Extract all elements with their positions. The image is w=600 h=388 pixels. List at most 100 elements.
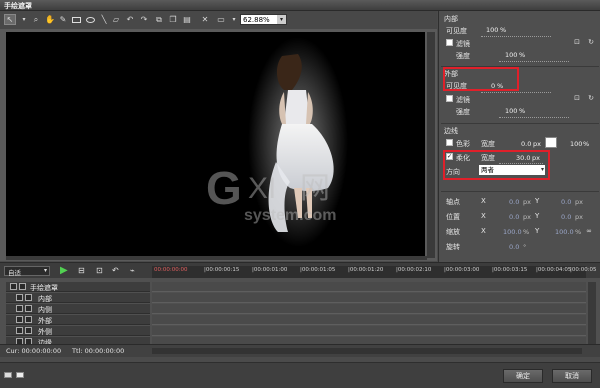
layout-icon[interactable] <box>16 372 24 378</box>
edge-color-checkbox[interactable] <box>446 139 453 146</box>
zoom-select[interactable]: 62.88% ▾ <box>240 14 287 25</box>
ok-button[interactable]: 确定 <box>503 369 543 383</box>
reset-icon[interactable]: ↻ <box>587 38 595 46</box>
scale-x-label: X <box>481 227 486 235</box>
timeline-mode-select[interactable]: 自适 ▾ <box>4 266 50 277</box>
ruler-tick: |00:00:00:15 <box>204 267 240 273</box>
track-lane[interactable] <box>152 282 586 292</box>
zoom-tool-icon[interactable]: ⌕ <box>30 14 42 25</box>
ellipse-tool-icon[interactable] <box>84 14 96 25</box>
track-row[interactable]: 手绘遮罩 <box>6 282 150 292</box>
properties-panel: 内部 可见度 100 % 滤镜 ⊡ ↻ 强度 100 % 外部 可见度 0 % … <box>438 11 600 266</box>
anchor-x-value[interactable]: 0.0 <box>509 198 519 206</box>
delete-icon[interactable]: ✕ <box>199 14 211 25</box>
visibility-icon[interactable] <box>25 305 32 312</box>
track-lane[interactable] <box>152 326 586 336</box>
track-lane[interactable] <box>152 293 586 303</box>
track-row[interactable]: 内侧 <box>6 304 150 314</box>
anchor-x-label: X <box>481 197 486 205</box>
watermark: G XI 网 system.com <box>204 158 364 228</box>
vertical-scrollbar[interactable] <box>427 32 435 258</box>
visibility-icon[interactable] <box>25 294 32 301</box>
inner-visibility-value[interactable]: 100 <box>486 26 498 34</box>
track-lane[interactable] <box>152 304 586 314</box>
position-x-label: X <box>481 212 486 220</box>
outer-strength-unit: % <box>519 107 526 115</box>
eraser-tool-icon[interactable]: ▱ <box>110 14 122 25</box>
outer-strength-slider[interactable] <box>499 117 569 118</box>
track-row[interactable]: 外部 <box>6 315 150 325</box>
edge-width-unit: px <box>533 140 541 148</box>
zoom-value: 62.88% <box>243 16 270 24</box>
inner-visibility-slider[interactable] <box>481 36 551 37</box>
link-icon[interactable]: ∞ <box>585 227 593 235</box>
expand-icon[interactable] <box>10 283 17 290</box>
undo-icon[interactable]: ↶ <box>124 14 136 25</box>
play-icon[interactable]: ▶ <box>60 265 68 276</box>
edge-color-swatch[interactable] <box>545 137 557 148</box>
outer-visibility-slider[interactable] <box>481 92 551 93</box>
add-keyframe-icon[interactable]: ⊟ <box>78 266 85 275</box>
expand-icon[interactable] <box>16 327 23 334</box>
track-lane[interactable] <box>152 315 586 325</box>
edge-opacity-unit: % <box>583 140 590 148</box>
edge-opacity-value[interactable]: 100 <box>570 140 582 148</box>
total-time: Ttl: 00:00:00:00 <box>72 347 125 355</box>
graph-icon[interactable]: ⌁ <box>130 266 135 275</box>
cut-icon[interactable]: ⧉ <box>153 14 165 25</box>
select-tool-icon[interactable]: ↖ <box>4 14 16 25</box>
expand-icon[interactable] <box>16 294 23 301</box>
scale-y-value[interactable]: 100.0 <box>555 228 574 236</box>
chevron-down-icon: ▾ <box>43 267 47 274</box>
position-y-value[interactable]: 0.0 <box>561 213 571 221</box>
fit-dropdown-icon[interactable]: ▾ <box>228 14 240 25</box>
paste-icon[interactable]: ▤ <box>181 14 193 25</box>
remove-keyframe-icon[interactable]: ⊡ <box>96 266 103 275</box>
track-row[interactable]: 内部 <box>6 293 150 303</box>
undo-icon[interactable]: ↶ <box>112 266 119 275</box>
horizontal-scrollbar[interactable] <box>6 256 427 260</box>
pen-tool-icon[interactable]: ✎ <box>57 14 69 25</box>
track-scrollbar[interactable] <box>588 282 596 346</box>
rectangle-tool-icon[interactable] <box>70 14 82 25</box>
tool-dropdown-icon[interactable]: ▾ <box>18 14 30 25</box>
brush-tool-icon[interactable]: ╲ <box>98 14 110 25</box>
hand-tool-icon[interactable]: ✋ <box>44 14 56 25</box>
rotate-value[interactable]: 0.0 <box>509 243 519 251</box>
inner-strength-value[interactable]: 100 <box>505 51 517 59</box>
ruler-tick: |00:00:01:05 <box>300 267 336 273</box>
view-mode-icon[interactable] <box>4 372 12 378</box>
scale-y-label: Y <box>535 227 540 235</box>
ruler-tick: |00:00:01:00 <box>252 267 288 273</box>
toolbar: ↖ ▾ ⌕ ✋ ✎ ╲ ▱ ↶ ↷ ⧉ ❐ ▤ ✕ ▭ ▾ 62.88% ▾ <box>0 11 437 29</box>
anchor-y-unit: px <box>575 198 583 206</box>
timeline-ruler[interactable]: 00:00:00:00 |00:00:00:15 |00:00:01:00 |0… <box>152 266 597 278</box>
inner-strength-slider[interactable] <box>499 61 569 62</box>
reset-icon[interactable]: ↻ <box>587 94 595 102</box>
redo-icon[interactable]: ↷ <box>138 14 150 25</box>
outer-strength-value[interactable]: 100 <box>505 107 517 115</box>
position-x-unit: px <box>523 213 531 221</box>
track-row[interactable]: 外侧 <box>6 326 150 336</box>
preview-canvas[interactable]: G XI 网 system.com <box>6 32 425 256</box>
lock-icon[interactable]: ⊡ <box>573 38 581 46</box>
edge-width-value[interactable]: 0.0 <box>521 140 531 148</box>
scale-x-value[interactable]: 100.0 <box>503 228 522 236</box>
lock-icon[interactable]: ⊡ <box>573 94 581 102</box>
visibility-icon[interactable] <box>25 316 32 323</box>
position-y-unit: px <box>575 213 583 221</box>
scale-y-unit: % <box>575 228 582 236</box>
track-list: 手绘遮罩 内部 内侧 外部 外侧 边缘 <box>0 278 600 348</box>
position-x-value[interactable]: 0.0 <box>509 213 519 221</box>
visibility-icon[interactable] <box>25 327 32 334</box>
copy-icon[interactable]: ❐ <box>167 14 179 25</box>
inner-filter-checkbox[interactable] <box>446 39 453 46</box>
timeline-scrollbar[interactable] <box>152 348 582 354</box>
outer-filter-checkbox[interactable] <box>446 95 453 102</box>
expand-icon[interactable] <box>16 316 23 323</box>
fit-window-icon[interactable]: ▭ <box>215 14 227 25</box>
expand-icon[interactable] <box>16 305 23 312</box>
cancel-button[interactable]: 取消 <box>552 369 592 383</box>
anchor-y-value[interactable]: 0.0 <box>561 198 571 206</box>
visibility-icon[interactable] <box>19 283 26 290</box>
